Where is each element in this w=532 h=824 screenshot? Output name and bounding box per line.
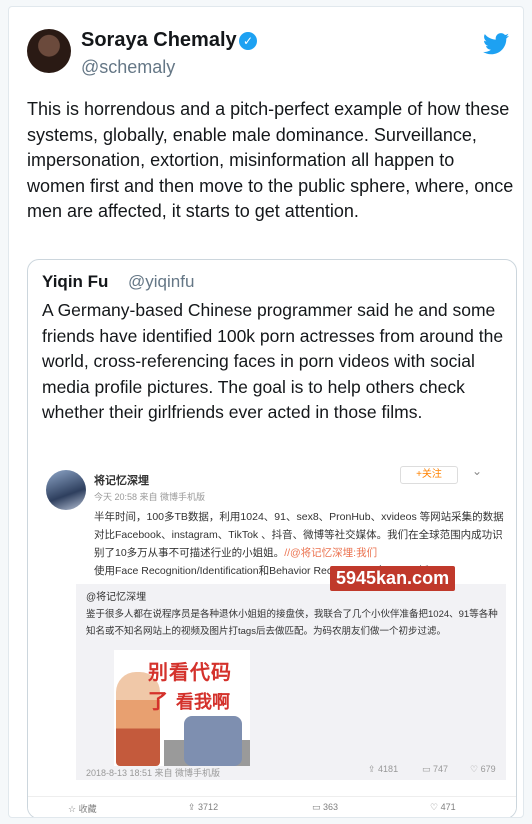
chevron-down-icon: ⌄ [472, 464, 483, 478]
repost-comment-stat: ▭ 747 [422, 764, 448, 775]
weibo-like-count: 471 [440, 802, 456, 812]
repost-like-stat: ♡ 679 [470, 764, 496, 775]
weibo-avatar [46, 470, 86, 510]
weibo-post-meta: 今天 20:58 来自 微博手机版 [94, 492, 206, 502]
repost-share-stat: ⇪ 4181 [368, 764, 398, 775]
weibo-user-name: 将记忆深埋 [94, 475, 149, 487]
repost-user: @将记忆深埋 [86, 592, 147, 603]
star-icon: ☆ [68, 804, 79, 814]
repost-date: 2018-8-13 18:51 来自 微博手机版 [86, 768, 221, 778]
repost-text: 鉴于很多人都在说程序员是各种退休小姐姐的接盘侠，我联合了几个小伙伴准备把1024… [86, 609, 498, 637]
weibo-body-mention: //@将记忆深埋:我们 [284, 547, 378, 559]
tweet-text: This is horrendous and a pitch-perfect e… [27, 99, 514, 221]
weibo-repost-box: @将记忆深埋 鉴于很多人都在说程序员是各种退休小姐姐的接盘侠，我联合了几个小伙伴… [76, 584, 506, 780]
tweet-card: Soraya Chemaly ✓ @schemaly This is horre… [8, 6, 524, 818]
quoted-author-handle[interactable]: @yiqinfu [128, 272, 194, 292]
share-icon: ⇪ [368, 764, 379, 774]
quoted-tweet-text: A Germany-based Chinese programmer said … [42, 300, 504, 422]
comic-image: 别看代码了 看我啊 [114, 650, 250, 766]
author-handle[interactable]: @schemaly [81, 57, 175, 78]
weibo-action-bar: ☆ 收藏 ⇪ 3712 ▭ 363 ♡ 471 [28, 796, 516, 817]
weibo-like-action: ♡ 471 [430, 802, 456, 813]
weibo-repost-action: ⇪ 3712 [188, 802, 218, 813]
quoted-author-name[interactable]: Yiqin Fu [42, 272, 108, 292]
twitter-bird-icon[interactable] [483, 33, 509, 55]
repost-comment-count: 747 [433, 764, 449, 774]
repost-share-count: 4181 [378, 764, 399, 774]
weibo-favorite-action: ☆ 收藏 [68, 802, 97, 815]
comment-icon: ▭ [312, 802, 324, 812]
share-icon: ⇪ [188, 802, 199, 812]
watermark: 5945kan.com [330, 566, 456, 591]
author-avatar[interactable] [27, 29, 71, 73]
quoted-tweet[interactable]: Yiqin Fu @yiqinfu A Germany-based Chines… [27, 259, 517, 817]
verified-check-icon: ✓ [239, 32, 257, 50]
weibo-screenshot: 将记忆深埋 +关注 ⌄ 今天 20:58 来自 微博手机版 半年时间，100多T… [28, 456, 516, 817]
weibo-follow-button: +关注 [400, 466, 458, 484]
comic-programmer-figure [184, 716, 242, 766]
weibo-comment-action: ▭ 363 [312, 802, 338, 813]
thumbs-up-icon: ♡ [470, 764, 481, 774]
thumbs-up-icon: ♡ [430, 802, 441, 812]
weibo-comment-count: 363 [323, 802, 339, 812]
author-name[interactable]: Soraya Chemaly [81, 29, 237, 52]
repost-like-count: 679 [480, 764, 496, 774]
comic-caption-2: 看我啊 [176, 692, 230, 712]
comment-icon: ▭ [422, 764, 434, 774]
weibo-repost-count: 3712 [198, 802, 219, 812]
weibo-favorite-label: 收藏 [78, 804, 97, 814]
